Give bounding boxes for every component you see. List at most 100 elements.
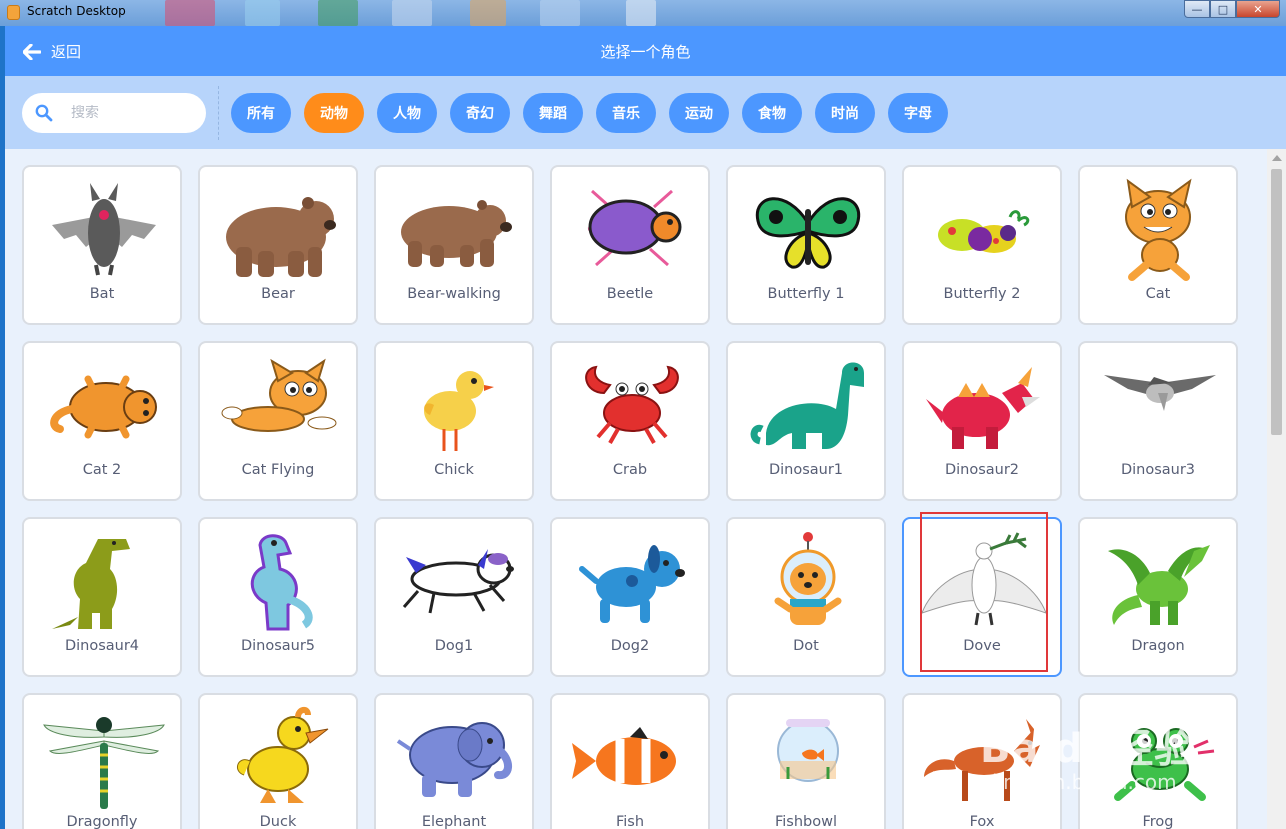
sprite-card[interactable]: Beetle <box>550 165 710 325</box>
beetle-icon <box>587 189 682 267</box>
sprite-name: Beetle <box>606 286 654 302</box>
dot-icon <box>774 532 842 625</box>
fish-icon <box>572 727 676 785</box>
minimize-button[interactable]: — <box>1184 0 1210 18</box>
sprite-name: Cat 2 <box>82 462 122 478</box>
bear-icon <box>226 197 336 277</box>
dove-icon <box>922 532 1046 626</box>
sprite-name: Elephant <box>421 814 487 829</box>
sprite-name: Dinosaur2 <box>944 462 1020 478</box>
scratch-app-icon <box>7 5 20 20</box>
dinosaur4-icon <box>52 539 130 629</box>
tag-5[interactable]: 音乐 <box>596 93 656 133</box>
sprite-card[interactable]: Dinosaur2 <box>902 341 1062 501</box>
sprite-name: Frog <box>1142 814 1174 829</box>
sprite-name: Chick <box>434 462 474 478</box>
sprite-card[interactable]: Dog1 <box>374 517 534 677</box>
sprite-card[interactable]: Dinosaur4 <box>22 517 182 677</box>
sprite-card[interactable]: Bat <box>22 165 182 325</box>
dinosaur5-icon <box>250 534 313 631</box>
search-input[interactable] <box>71 105 191 121</box>
close-button[interactable]: ✕ <box>1236 0 1280 18</box>
fishbowl-icon <box>777 719 839 782</box>
sprite-card[interactable]: Fish <box>550 693 710 829</box>
tag-8[interactable]: 时尚 <box>815 93 875 133</box>
maximize-button[interactable]: □ <box>1210 0 1236 18</box>
sprite-name: Dragonfly <box>66 814 138 829</box>
sprite-card[interactable]: Butterfly 2 <box>902 165 1062 325</box>
tag-7[interactable]: 食物 <box>742 93 802 133</box>
sprite-card[interactable]: Dove <box>902 517 1062 677</box>
sprite-name: Bat <box>89 286 115 302</box>
sprite-card[interactable]: Chick <box>374 341 534 501</box>
sprite-card[interactable]: Crab <box>550 341 710 501</box>
sprite-name: Dog2 <box>610 638 650 654</box>
cat-icon <box>1125 178 1192 281</box>
sprite-name: Fish <box>615 814 645 829</box>
filter-divider <box>218 86 219 140</box>
dragonfly-icon <box>43 717 165 809</box>
duck-icon <box>236 707 329 803</box>
scrollbar[interactable] <box>1267 149 1286 829</box>
butterfly-icon <box>755 197 861 269</box>
sprite-card[interactable]: Butterfly 1 <box>726 165 886 325</box>
tag-3[interactable]: 奇幻 <box>450 93 510 133</box>
sprite-card[interactable]: Bear-walking <box>374 165 534 325</box>
tag-list: 所有 动物 人物 奇幻 舞蹈 音乐 运动 食物 时尚 字母 <box>231 93 961 133</box>
sprite-card[interactable]: Fishbowl <box>726 693 886 829</box>
sprite-card[interactable]: Dot <box>726 517 886 677</box>
dog2-icon <box>579 545 685 623</box>
sprite-name: Dinosaur4 <box>64 638 140 654</box>
sprite-name: Dog1 <box>434 638 474 654</box>
sprite-name: Dinosaur3 <box>1120 462 1196 478</box>
sprite-card[interactable]: Elephant <box>374 693 534 829</box>
sprite-name: Dot <box>793 638 819 654</box>
search-box[interactable] <box>22 93 206 133</box>
tag-1[interactable]: 动物 <box>304 93 364 133</box>
sprite-card[interactable]: Dinosaur5 <box>198 517 358 677</box>
sprite-card[interactable]: Duck <box>198 693 358 829</box>
dog1-icon <box>402 549 514 614</box>
sprite-name: Bear-walking <box>407 286 501 302</box>
window-title-bar: Scratch Desktop — □ ✕ <box>0 0 1286 26</box>
sprite-name: Cat <box>1145 286 1171 302</box>
filter-bar: 所有动物人物奇幻舞蹈音乐运动食物时尚字母 <box>5 76 1286 149</box>
sprite-name: Butterfly 2 <box>943 286 1021 302</box>
sprite-name: Crab <box>612 462 648 478</box>
sprite-card[interactable]: Cat Flying <box>198 341 358 501</box>
sprite-card[interactable]: Dragon <box>1078 517 1238 677</box>
dinosaur3-icon <box>1104 375 1216 411</box>
tag-4[interactable]: 舞蹈 <box>523 93 583 133</box>
dinosaur1-icon <box>750 362 864 449</box>
cat-flying-icon <box>221 358 337 432</box>
sprite-card[interactable]: Cat <box>1078 165 1238 325</box>
butterfly2-icon <box>938 210 1030 253</box>
watermark-line1: Baidu经验 <box>980 726 1196 772</box>
scrollbar-thumb[interactable] <box>1271 169 1282 435</box>
scroll-up-icon[interactable] <box>1272 155 1282 161</box>
sprite-name: Fishbowl <box>774 814 838 829</box>
dinosaur2-icon <box>926 367 1040 449</box>
elephant-icon <box>396 722 512 797</box>
tag-2[interactable]: 人物 <box>377 93 437 133</box>
sprite-card[interactable]: Dog2 <box>550 517 710 677</box>
bat-icon <box>52 183 156 276</box>
sprite-name: Cat Flying <box>241 462 315 478</box>
tag-0[interactable]: 所有 <box>231 93 291 133</box>
sprite-name: Duck <box>259 814 297 829</box>
sprite-name: Fox <box>969 814 995 829</box>
search-icon <box>35 104 53 122</box>
sprite-name: Bear <box>261 286 295 302</box>
sprite-name: Dove <box>963 638 1001 654</box>
tag-9[interactable]: 字母 <box>888 93 948 133</box>
tag-6[interactable]: 运动 <box>669 93 729 133</box>
sprite-card[interactable]: Cat 2 <box>22 341 182 501</box>
watermark-line2: jingyan.baidu.com <box>992 770 1177 794</box>
crab-icon <box>585 365 679 444</box>
sprite-card[interactable]: Dragonfly <box>22 693 182 829</box>
sprite-card[interactable]: Bear <box>198 165 358 325</box>
library-header: 返回 选择一个角色 <box>5 26 1286 76</box>
sprite-card[interactable]: Dinosaur3 <box>1078 341 1238 501</box>
page-title: 选择一个角色 <box>600 43 691 61</box>
sprite-card[interactable]: Dinosaur1 <box>726 341 886 501</box>
